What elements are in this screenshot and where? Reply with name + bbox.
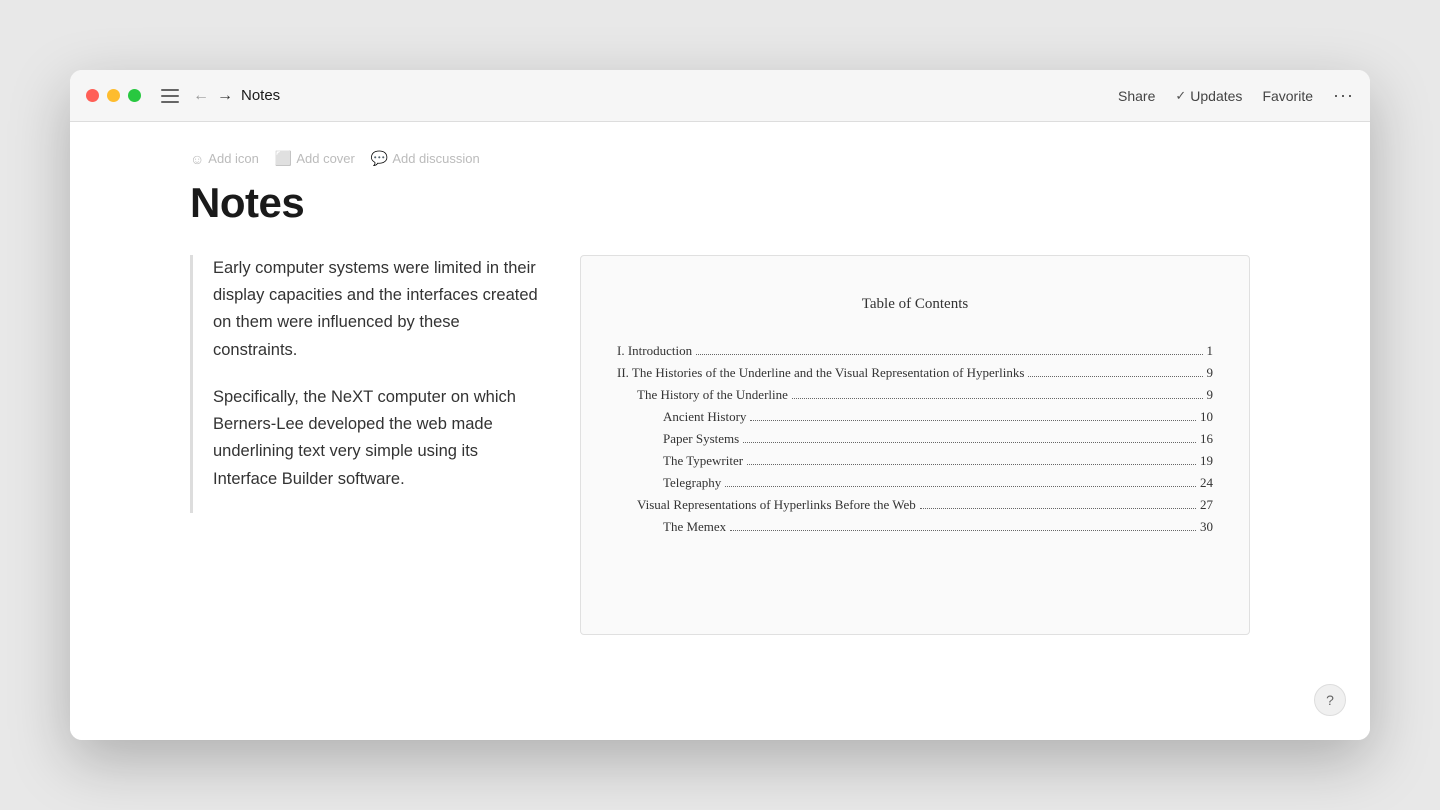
toc-page: 16 — [1200, 431, 1213, 447]
toc-entry: I. Introduction 1 — [617, 343, 1213, 359]
main-content: ☺ Add icon ⬜ Add cover 💬 Add discussion … — [70, 122, 1370, 740]
nav-arrows: ← → — [193, 88, 233, 104]
toc-entry-text: Telegraphy — [617, 475, 721, 491]
toc-entry: Visual Representations of Hyperlinks Bef… — [617, 497, 1213, 513]
toc-entry-text: The History of the Underline — [617, 387, 788, 403]
toc-entry: Ancient History 10 — [617, 409, 1213, 425]
toc-entry: Paper Systems 16 — [617, 431, 1213, 447]
toc-entry-text: Visual Representations of Hyperlinks Bef… — [617, 497, 916, 513]
titlebar-actions: Share ✓ Updates Favorite ··· — [1118, 85, 1354, 106]
page-meta: ☺ Add icon ⬜ Add cover 💬 Add discussion — [190, 122, 1250, 179]
toc-entry: The Typewriter 19 — [617, 453, 1213, 469]
toc-dots — [792, 398, 1203, 399]
toc-page: 27 — [1200, 497, 1213, 513]
toc-dots — [750, 420, 1196, 421]
page-title-bar: Notes — [241, 87, 280, 104]
updates-button[interactable]: ✓ Updates — [1175, 88, 1242, 104]
add-discussion-button[interactable]: 💬 Add discussion — [371, 150, 480, 167]
content-grid: Early computer systems were limited in t… — [190, 255, 1250, 635]
titlebar: ← → Notes Share ✓ Updates Favorite ··· — [70, 70, 1370, 122]
toc-page: 9 — [1207, 365, 1214, 381]
toc-entry: The Memex 30 — [617, 519, 1213, 535]
share-button[interactable]: Share — [1118, 88, 1155, 104]
toc-page: 9 — [1207, 387, 1214, 403]
toc-dots — [747, 464, 1196, 465]
more-button[interactable]: ··· — [1333, 85, 1354, 106]
maximize-button[interactable] — [128, 89, 141, 102]
page-heading: Notes — [190, 179, 1250, 227]
help-button[interactable]: ? — [1314, 684, 1346, 716]
toc-card: Table of Contents I. Introduction 1 II. … — [580, 255, 1250, 635]
menu-icon[interactable] — [161, 89, 179, 103]
add-cover-button[interactable]: ⬜ Add cover — [275, 150, 355, 167]
toc-dots — [743, 442, 1196, 443]
toc-page: 30 — [1200, 519, 1213, 535]
image-icon: ⬜ — [275, 150, 292, 167]
toc-entry: Telegraphy 24 — [617, 475, 1213, 491]
toc-entry-text: II. The Histories of the Underline and t… — [617, 365, 1024, 381]
blockquote-paragraph-1: Early computer systems were limited in t… — [213, 255, 540, 364]
app-window: ← → Notes Share ✓ Updates Favorite ··· ☺ — [70, 70, 1370, 740]
toc-page: 24 — [1200, 475, 1213, 491]
toc-page: 10 — [1200, 409, 1213, 425]
emoji-icon: ☺ — [190, 151, 204, 167]
toc-dots — [1028, 376, 1202, 377]
toc-entry-text: The Memex — [617, 519, 726, 535]
toc-page: 19 — [1200, 453, 1213, 469]
toc-dots — [920, 508, 1196, 509]
blockquote-paragraph-2: Specifically, the NeXT computer on which… — [213, 384, 540, 493]
toc-dots — [730, 530, 1196, 531]
toc-page: 1 — [1207, 343, 1214, 359]
check-icon: ✓ — [1175, 88, 1186, 104]
toc-dots — [696, 354, 1202, 355]
toc-entry: II. The Histories of the Underline and t… — [617, 365, 1213, 381]
toc-dots — [725, 486, 1196, 487]
add-icon-button[interactable]: ☺ Add icon — [190, 150, 259, 167]
toc-entry-text: Paper Systems — [617, 431, 739, 447]
toc-entry-text: The Typewriter — [617, 453, 743, 469]
favorite-button[interactable]: Favorite — [1262, 88, 1313, 104]
toc-entry-text: Ancient History — [617, 409, 746, 425]
traffic-lights — [86, 89, 141, 102]
forward-arrow[interactable]: → — [217, 88, 233, 104]
toc-entry: The History of the Underline 9 — [617, 387, 1213, 403]
comment-icon: 💬 — [371, 150, 388, 167]
toc-entry-text: I. Introduction — [617, 343, 692, 359]
back-arrow[interactable]: ← — [193, 88, 209, 104]
minimize-button[interactable] — [107, 89, 120, 102]
blockquote-section: Early computer systems were limited in t… — [190, 255, 540, 513]
toc-title: Table of Contents — [617, 296, 1213, 313]
close-button[interactable] — [86, 89, 99, 102]
